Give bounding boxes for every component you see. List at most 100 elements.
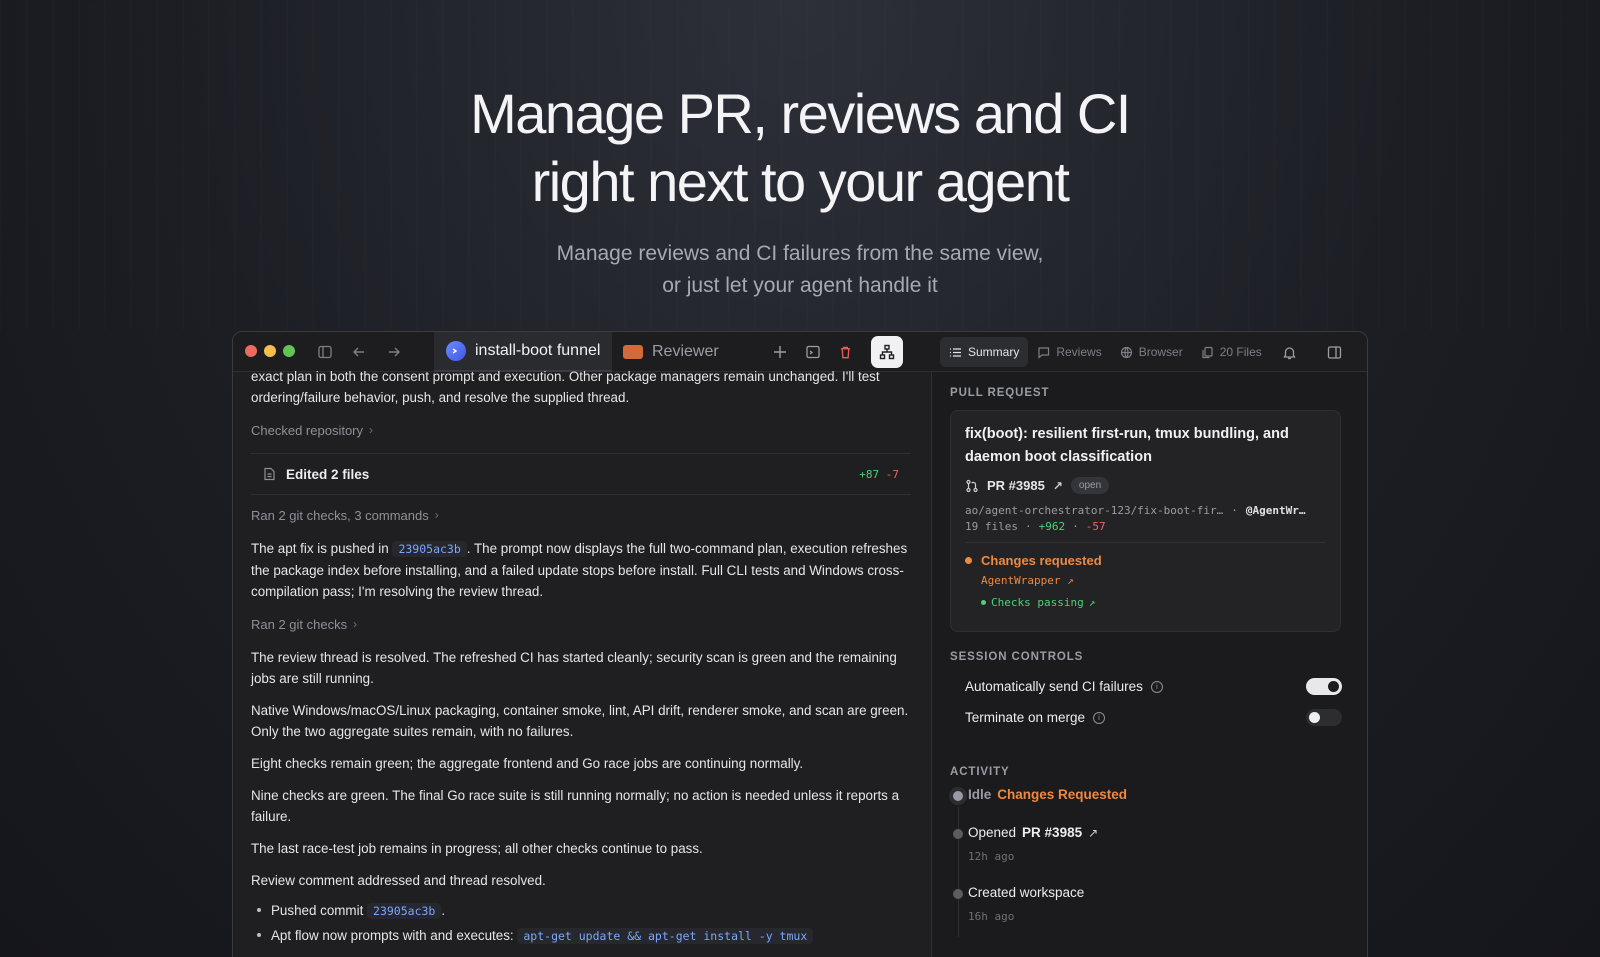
reviewer-bot-icon <box>623 345 643 359</box>
chat-message: Review comment addressed and thread reso… <box>251 873 546 888</box>
step-label: Ran 2 git checks, 3 commands <box>251 508 429 523</box>
info-icon[interactable]: i <box>1093 711 1106 724</box>
external-link-icon[interactable]: ↗ <box>1088 826 1098 840</box>
toggle-knob <box>1309 712 1320 723</box>
control-label: Terminate on merge <box>965 710 1086 725</box>
message-text: . <box>441 903 446 918</box>
forward-arrow-icon[interactable] <box>384 342 404 362</box>
chat-message: The last race-test job remains in progre… <box>251 841 703 856</box>
tab-files[interactable]: 20 Files <box>1192 337 1271 367</box>
workflow-graph-icon <box>879 344 895 360</box>
reviewer-name: AgentWrapper <box>981 574 1061 587</box>
pr-branch-row: ao/agent-orchestrator-123/fix-boot-fir… … <box>965 504 1326 517</box>
activity-item: Opened PR #3985 ↗ <box>968 825 1098 840</box>
deletions-count: -7 <box>885 467 899 481</box>
activity-dot-icon <box>953 889 963 899</box>
tab-browser[interactable]: Browser <box>1111 337 1192 367</box>
tab-label: Summary <box>968 345 1020 359</box>
auto-send-ci-failures-control: Automatically send CI failures i <box>965 678 1342 695</box>
pr-diff-stats: 19 files · +962 · -57 <box>965 520 1326 533</box>
activity-dot-icon <box>953 829 963 839</box>
checked-repository-step[interactable]: Checked repository › <box>251 420 911 441</box>
ran-checks-step[interactable]: Ran 2 git checks, 3 commands › <box>251 505 911 526</box>
tab-summary[interactable]: Summary <box>940 337 1029 367</box>
external-link-icon: ↗ <box>1088 596 1096 609</box>
command-code: apt-get update && apt-get install -y tmu… <box>517 928 814 944</box>
hero-title-line2: right next to your agent <box>531 150 1070 213</box>
hero-subtitle-line1: Manage reviews and CI failures from the … <box>556 242 1044 265</box>
activity-timestamp: 16h ago <box>968 910 1015 923</box>
chat-message: exact plan in both the consent prompt an… <box>251 369 880 405</box>
review-status-label: Changes requested <box>981 553 1102 568</box>
panel-layout-icon <box>1327 345 1341 359</box>
back-arrow-icon[interactable] <box>349 342 369 362</box>
list-icon <box>950 347 961 357</box>
hero: Manage PR, reviews and CI right next to … <box>0 80 1600 302</box>
info-icon[interactable]: i <box>1150 680 1163 693</box>
step-label: Checked repository <box>251 423 363 438</box>
pr-title: fix(boot): resilient first-run, tmux bun… <box>965 426 1289 465</box>
files-icon <box>1202 346 1213 358</box>
external-link-icon: ↗ <box>1067 574 1074 587</box>
terminate-on-merge-toggle[interactable] <box>1306 709 1342 726</box>
terminate-on-merge-control: Terminate on merge i <box>965 709 1342 726</box>
close-window-button[interactable] <box>245 345 257 357</box>
external-link-icon[interactable]: ↗ <box>1053 479 1063 493</box>
message-text: Pushed commit <box>271 903 364 918</box>
bullet-dot <box>257 933 261 937</box>
panel-toggle-button[interactable] <box>1318 337 1351 367</box>
agent-avatar-icon <box>446 341 466 361</box>
chat-message: Nine checks are green. The final Go race… <box>251 788 900 824</box>
trash-icon[interactable] <box>835 342 855 362</box>
pr-number-row: PR #3985 ↗ open <box>965 477 1326 494</box>
reviewer-link[interactable]: AgentWrapper ↗ <box>981 574 1326 587</box>
additions-count: +962 <box>1038 520 1066 533</box>
bell-icon <box>1283 346 1296 359</box>
terminal-icon[interactable] <box>803 342 823 362</box>
activity-timeline <box>958 807 959 937</box>
chevron-right-icon: › <box>369 423 373 437</box>
activity-item: Created workspace <box>968 885 1084 900</box>
card-divider <box>965 542 1326 543</box>
chevron-right-icon: › <box>353 617 358 631</box>
maximize-window-button[interactable] <box>283 345 295 357</box>
ran-checks-step[interactable]: Ran 2 git checks › <box>251 614 911 635</box>
checks-label: Checks passing <box>991 596 1084 609</box>
diff-stats: +87 -7 <box>859 464 899 485</box>
pull-request-icon <box>966 479 978 492</box>
hero-title: Manage PR, reviews and CI right next to … <box>0 80 1600 216</box>
separator-dot: · <box>1231 504 1238 517</box>
pr-number-link[interactable]: PR #3985 <box>1022 825 1082 840</box>
commit-hash-link[interactable]: 23905ac3b <box>392 541 467 557</box>
right-panel-tabs: Summary Reviews Browser 20 Files <box>940 337 1351 367</box>
pr-number-link[interactable]: PR #3985 <box>987 478 1045 493</box>
workflow-graph-button[interactable] <box>871 336 903 368</box>
activity-dot-icon <box>953 791 963 801</box>
edited-files-row[interactable]: Edited 2 files +87 -7 <box>251 453 911 495</box>
separator-dot: · <box>1024 520 1032 533</box>
pull-request-heading: PULL REQUEST <box>950 387 1050 399</box>
hero-subtitle-line2: or just let your agent handle it <box>662 274 938 297</box>
chat-message: The apt fix is pushed in 23905ac3b. The … <box>251 538 911 602</box>
tab-reviews[interactable]: Reviews <box>1028 337 1110 367</box>
pr-state-badge: open <box>1070 477 1110 494</box>
hero-title-line1: Manage PR, reviews and CI <box>470 82 1131 145</box>
chat-message: Eight checks remain green; the aggregate… <box>251 756 804 771</box>
minimize-window-button[interactable] <box>264 345 276 357</box>
sidebar-toggle-icon[interactable] <box>315 342 335 362</box>
activity-label: Created workspace <box>968 885 1085 900</box>
activity-label: Idle <box>968 787 992 802</box>
summary-panel: PULL REQUEST fix(boot): resilient first-… <box>932 372 1367 957</box>
pr-author: @AgentWr… <box>1245 504 1306 517</box>
commit-hash-link[interactable]: 23905ac3b <box>367 903 442 919</box>
new-tab-plus-icon[interactable] <box>770 342 790 362</box>
auto-send-ci-failures-toggle[interactable] <box>1306 678 1342 695</box>
checks-link[interactable]: Checks passing ↗ <box>981 596 1326 609</box>
list-item-text: Apt flow now prompts with and executes: … <box>271 925 814 947</box>
pull-request-card: fix(boot): resilient first-run, tmux bun… <box>950 410 1341 632</box>
deletions-count: -57 <box>1085 520 1106 533</box>
additions-count: +87 <box>859 467 880 481</box>
tab-label: Reviews <box>1056 345 1102 359</box>
notifications-bell-button[interactable] <box>1273 337 1306 367</box>
activity-timestamp: 12h ago <box>968 850 1015 863</box>
